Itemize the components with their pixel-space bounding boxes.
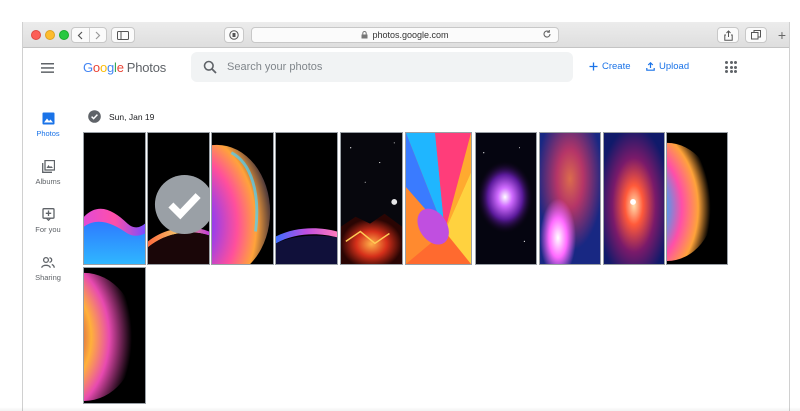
photo-image <box>212 133 273 264</box>
tabs-overview-icon <box>751 30 761 40</box>
photo-dark-orb-edge[interactable] <box>147 132 210 265</box>
date-group-header: Sun, Jan 19 <box>88 110 154 123</box>
nav-item-sharing[interactable]: Sharing <box>23 256 73 282</box>
photo-colorful-planet[interactable] <box>211 132 274 265</box>
google-photos-logo[interactable]: Google Photos <box>83 60 166 75</box>
nav-label-sharing: Sharing <box>35 273 61 282</box>
photo-dark-curve[interactable] <box>275 132 338 265</box>
nav-item-albums[interactable]: Albums <box>23 160 73 186</box>
plus-icon <box>589 62 598 71</box>
chevron-right-icon <box>95 31 101 39</box>
upload-label: Upload <box>659 61 690 72</box>
apps-grid-icon <box>725 61 728 64</box>
photo-image <box>667 133 727 264</box>
photo-image <box>604 133 664 264</box>
photo-image <box>540 133 600 264</box>
select-all-check-icon[interactable] <box>88 110 101 123</box>
sidebar-toggle-button[interactable] <box>111 27 135 43</box>
browser-toolbar: photos.google.com + <box>23 22 789 48</box>
albums-icon <box>41 160 55 173</box>
app-header: GooglePhotos Create Upload <box>23 49 789 89</box>
nav-item-for-you[interactable]: For you <box>23 208 73 234</box>
sharing-icon <box>41 256 55 268</box>
photo-image <box>406 133 471 264</box>
minimize-window-button[interactable] <box>45 30 55 40</box>
share-button[interactable] <box>717 27 739 43</box>
reload-icon[interactable] <box>542 29 552 39</box>
search-icon[interactable] <box>203 60 217 74</box>
lock-icon <box>361 31 368 39</box>
selected-check-icon[interactable] <box>154 139 210 265</box>
search-input[interactable] <box>227 61 527 73</box>
photo-blue-nebula[interactable] <box>539 132 601 265</box>
bottom-shadow <box>0 407 800 411</box>
photo-icon <box>42 112 54 125</box>
logo-letter-g: G <box>83 60 93 75</box>
back-forward-group <box>71 27 107 43</box>
photo-blue-pink-wave[interactable] <box>83 132 146 265</box>
photo-golden-orb[interactable] <box>83 267 146 404</box>
nav-label-albums: Albums <box>35 177 61 186</box>
close-window-button[interactable] <box>31 30 41 40</box>
photo-rainbow-rays[interactable] <box>405 132 472 265</box>
photo-image <box>276 133 337 264</box>
chevron-left-icon <box>78 31 83 39</box>
nav-label-for-you: For you <box>35 225 61 234</box>
sidebar-icon <box>117 30 129 40</box>
shield-icon <box>229 30 239 40</box>
photo-image <box>84 268 145 403</box>
logo-google-word: Google <box>83 60 124 75</box>
forward-button[interactable] <box>88 28 106 42</box>
url-text: photos.google.com <box>372 30 449 40</box>
for-you-icon <box>41 208 55 221</box>
photo-blue-orb[interactable] <box>666 132 728 265</box>
nav-item-photos[interactable]: Photos <box>23 112 73 138</box>
google-apps-button[interactable] <box>725 61 737 73</box>
search-bar[interactable] <box>191 52 573 82</box>
zoom-window-button[interactable] <box>59 30 69 40</box>
photo-lava-landscape[interactable] <box>340 132 403 265</box>
create-label: Create <box>602 61 631 72</box>
photo-purple-galaxy[interactable] <box>475 132 537 265</box>
nav-label-photos: Photos <box>36 129 60 138</box>
create-button[interactable]: Create <box>589 61 631 72</box>
date-label: Sun, Jan 19 <box>109 111 155 122</box>
show-tabs-button[interactable] <box>745 27 767 43</box>
back-button[interactable] <box>72 28 89 42</box>
main-menu-button[interactable] <box>38 59 56 77</box>
address-bar[interactable]: photos.google.com <box>251 27 559 43</box>
share-icon <box>723 29 733 41</box>
photo-red-nebula[interactable] <box>603 132 665 265</box>
photo-image <box>84 133 145 264</box>
privacy-report-button[interactable] <box>224 27 244 43</box>
photo-image <box>476 133 536 264</box>
logo-photos-word: Photos <box>126 60 167 75</box>
browser-window: photos.google.com + GooglePhotos Create … <box>22 22 790 411</box>
photo-image <box>341 133 402 264</box>
new-tab-button[interactable]: + <box>773 27 789 43</box>
upload-icon <box>646 62 655 71</box>
hamburger-menu-icon <box>40 63 54 73</box>
upload-button[interactable]: Upload <box>646 61 689 72</box>
